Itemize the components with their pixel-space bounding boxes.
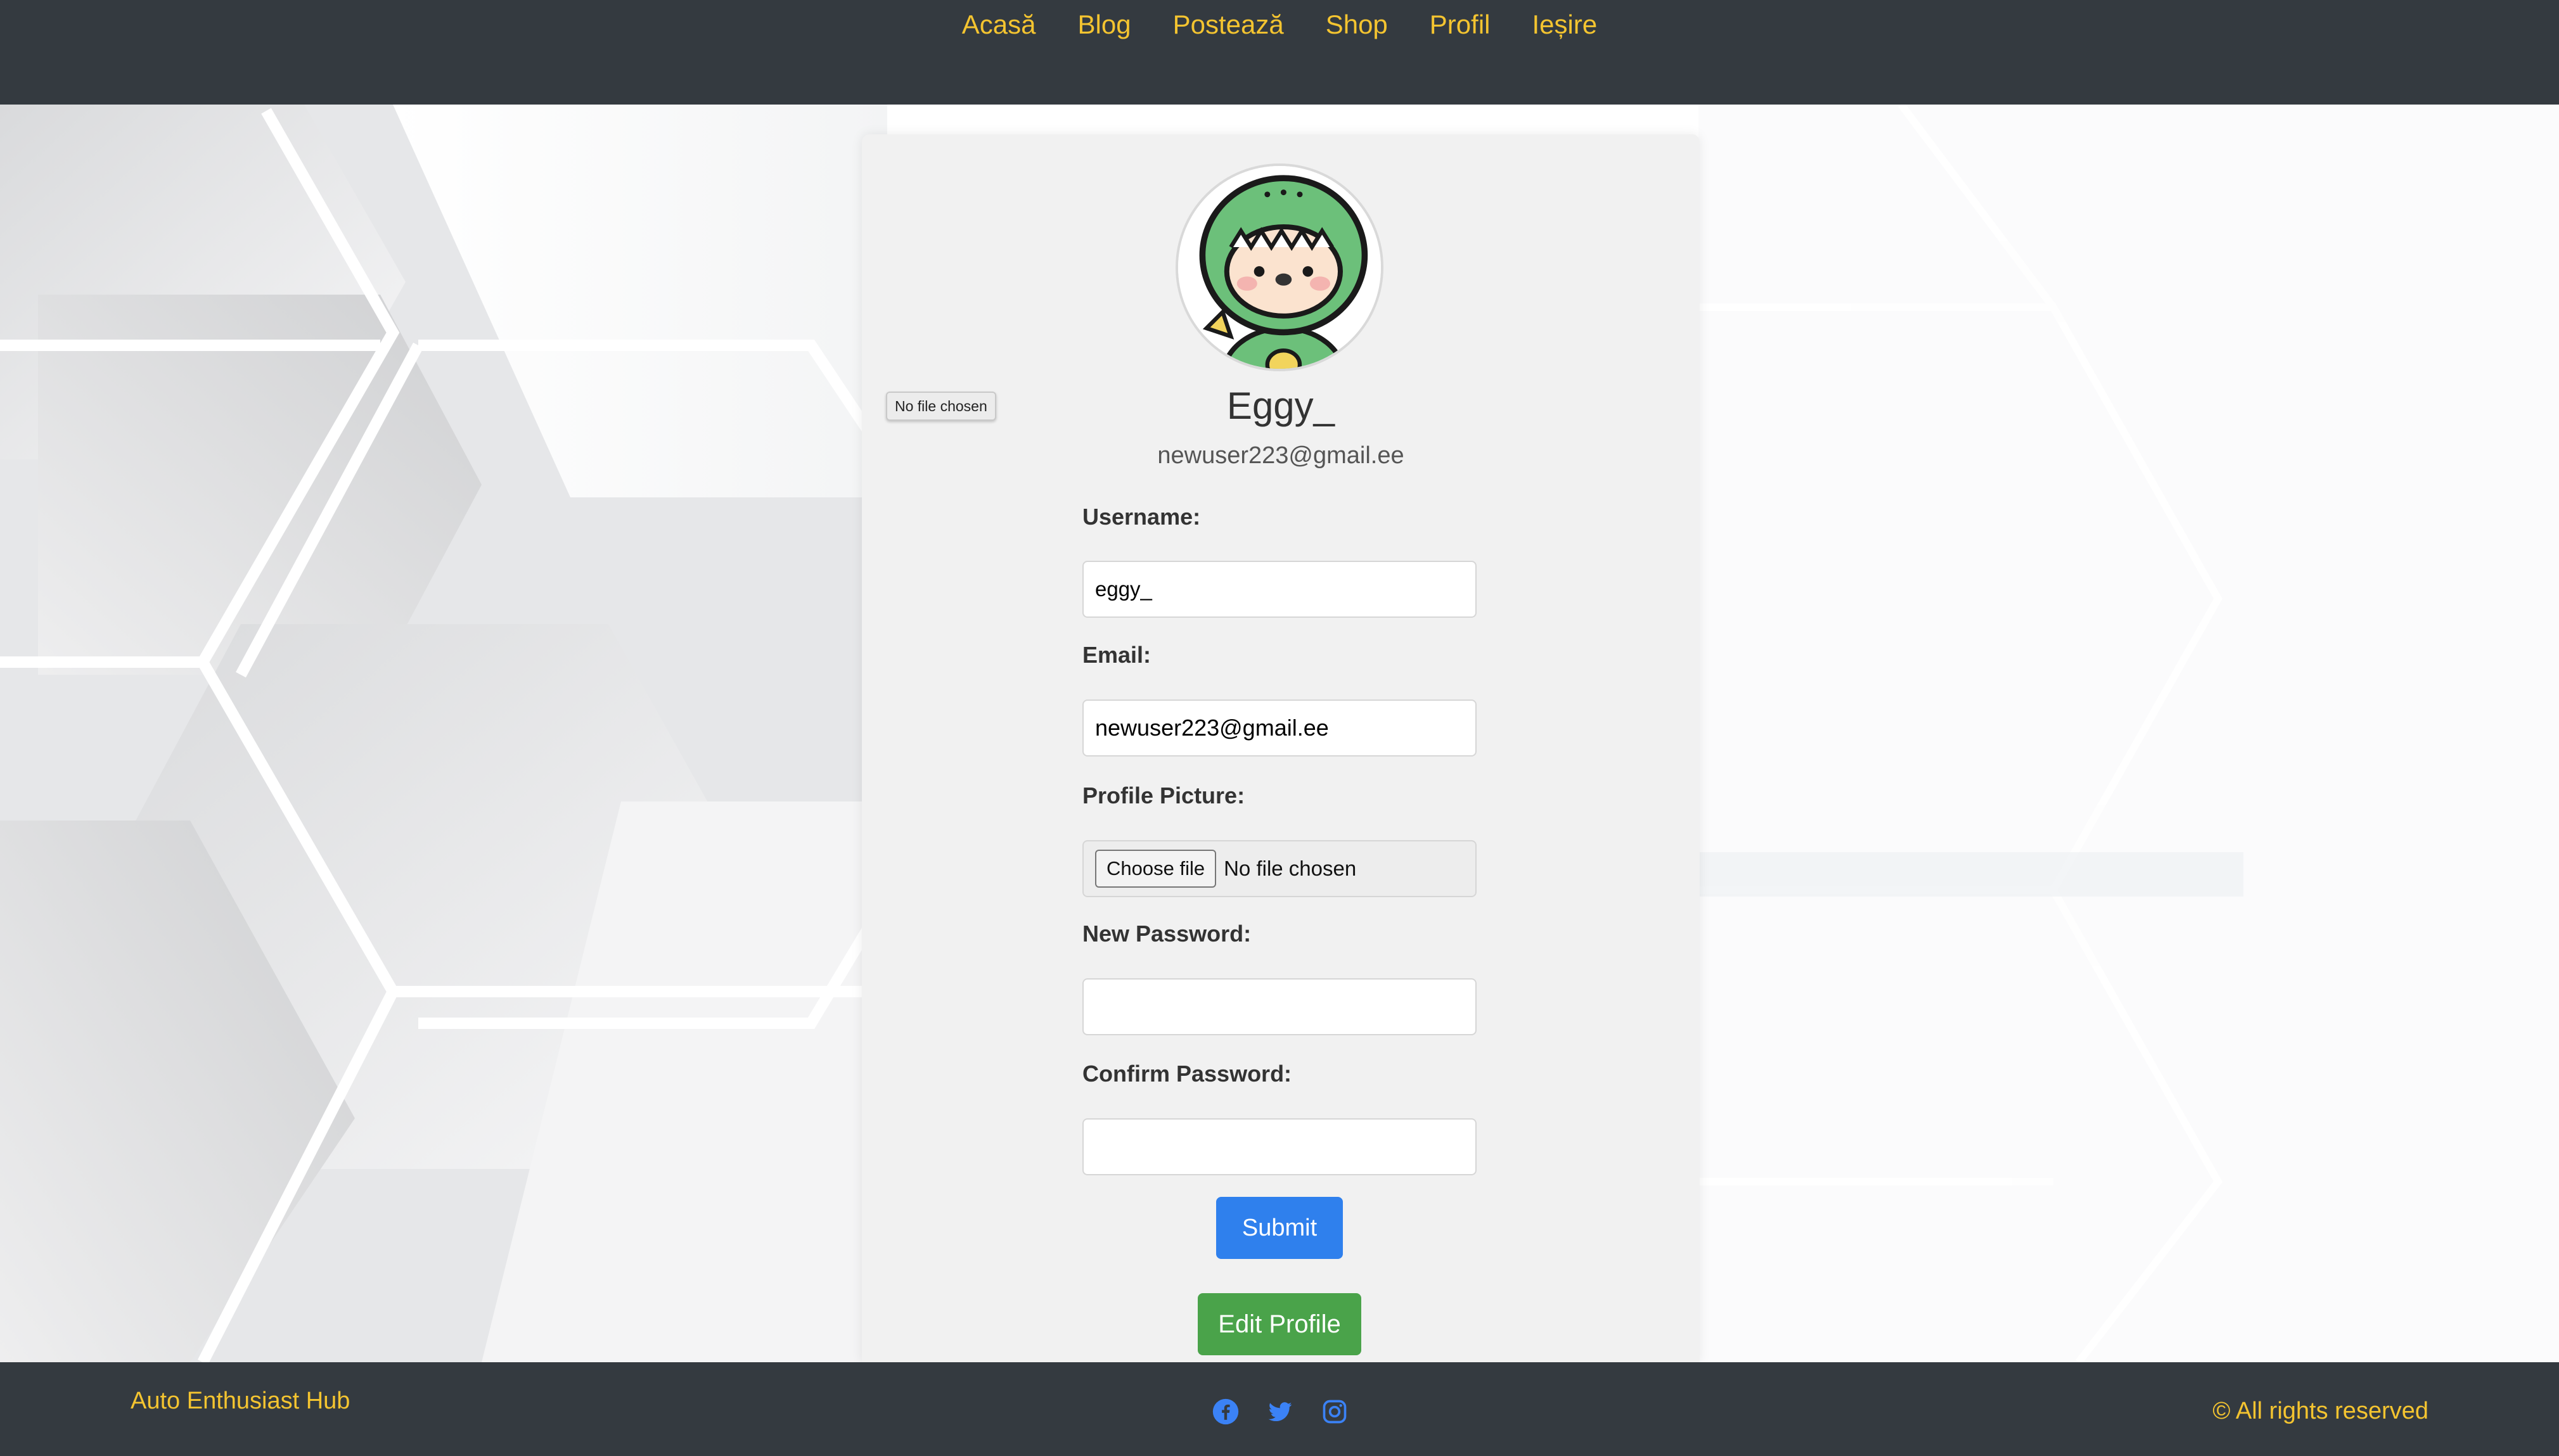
facebook-icon[interactable] xyxy=(1212,1398,1240,1426)
new-password-input[interactable] xyxy=(1082,978,1477,1035)
profile-display-name: Eggy_ xyxy=(1226,385,1335,427)
confirm-password-label: Confirm Password: xyxy=(1082,1061,1292,1087)
email-input[interactable] xyxy=(1082,699,1477,757)
profile-picture-input[interactable]: Choose file No file chosen xyxy=(1082,840,1477,897)
footer-copyright: © All rights reserved xyxy=(2212,1398,2428,1424)
twitter-icon[interactable] xyxy=(1266,1398,1294,1426)
nav-link-iesire[interactable]: Ieșire xyxy=(1532,10,1598,39)
profile-picture-label: Profile Picture: xyxy=(1082,782,1245,808)
edit-profile-button[interactable]: Edit Profile xyxy=(1198,1293,1361,1355)
confirm-password-input[interactable] xyxy=(1082,1118,1477,1175)
social-links xyxy=(1212,1398,1349,1426)
nav-link-posteaza[interactable]: Postează xyxy=(1173,10,1284,39)
top-navigation: Acasă Blog Postează Shop Profil Ieșire xyxy=(0,0,2559,105)
new-password-label: New Password: xyxy=(1082,921,1252,947)
username-label: Username: xyxy=(1082,504,1201,530)
file-status-text: No file chosen xyxy=(1224,857,1357,880)
footer-brand: Auto Enthusiast Hub xyxy=(131,1388,350,1414)
email-label: Email: xyxy=(1082,642,1151,668)
submit-button[interactable]: Submit xyxy=(1216,1197,1343,1259)
username-input[interactable] xyxy=(1082,561,1477,618)
instagram-icon[interactable] xyxy=(1321,1398,1349,1426)
dinosaur-avatar-icon xyxy=(1178,166,1381,369)
nav-link-profil[interactable]: Profil xyxy=(1430,10,1491,39)
site-footer: Auto Enthusiast Hub © All rights reserve… xyxy=(0,1362,2559,1456)
nav-link-shop[interactable]: Shop xyxy=(1326,10,1388,39)
nav-menu: Acasă Blog Postează Shop Profil Ieșire xyxy=(962,10,1597,40)
profile-display-email: newuser223@gmail.ee xyxy=(1157,442,1404,469)
nav-link-acasa[interactable]: Acasă xyxy=(962,10,1036,39)
choose-file-button[interactable]: Choose file xyxy=(1095,850,1217,888)
profile-avatar[interactable] xyxy=(1176,163,1383,371)
nav-link-blog[interactable]: Blog xyxy=(1078,10,1131,39)
